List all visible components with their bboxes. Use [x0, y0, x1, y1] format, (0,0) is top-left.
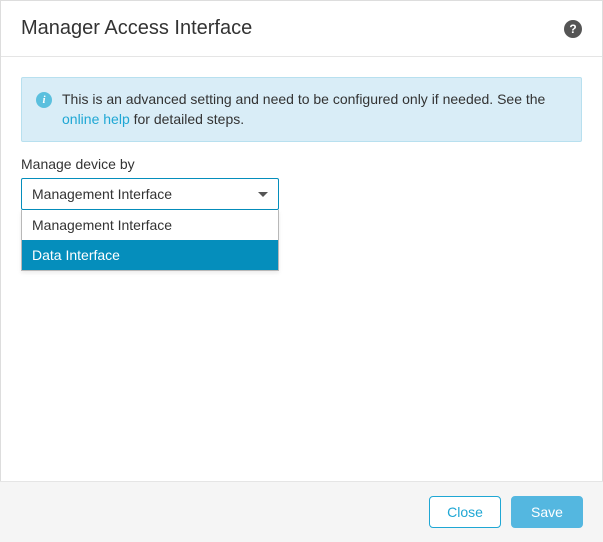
manage-device-label: Manage device by: [21, 156, 582, 172]
online-help-link[interactable]: online help: [62, 111, 130, 127]
manage-device-select[interactable]: Management Interface Management Interfac…: [21, 178, 279, 210]
select-box[interactable]: Management Interface: [21, 178, 279, 210]
dialog-header: Manager Access Interface ?: [1, 1, 602, 57]
info-text-before: This is an advanced setting and need to …: [62, 91, 545, 107]
chevron-down-icon: [258, 192, 268, 197]
info-text: This is an advanced setting and need to …: [62, 90, 567, 129]
dialog-title: Manager Access Interface: [21, 17, 252, 40]
info-banner: i This is an advanced setting and need t…: [21, 77, 582, 142]
select-dropdown: Management Interface Data Interface: [21, 210, 279, 271]
save-button[interactable]: Save: [511, 496, 583, 528]
select-selected-value: Management Interface: [32, 186, 172, 202]
info-icon: i: [36, 92, 52, 108]
option-management-interface[interactable]: Management Interface: [22, 210, 278, 240]
help-icon[interactable]: ?: [564, 20, 582, 38]
close-button[interactable]: Close: [429, 496, 501, 528]
info-text-after: for detailed steps.: [130, 111, 244, 127]
dialog-body: i This is an advanced setting and need t…: [1, 57, 602, 482]
option-data-interface[interactable]: Data Interface: [22, 240, 278, 270]
dialog-footer: Close Save: [0, 481, 603, 542]
